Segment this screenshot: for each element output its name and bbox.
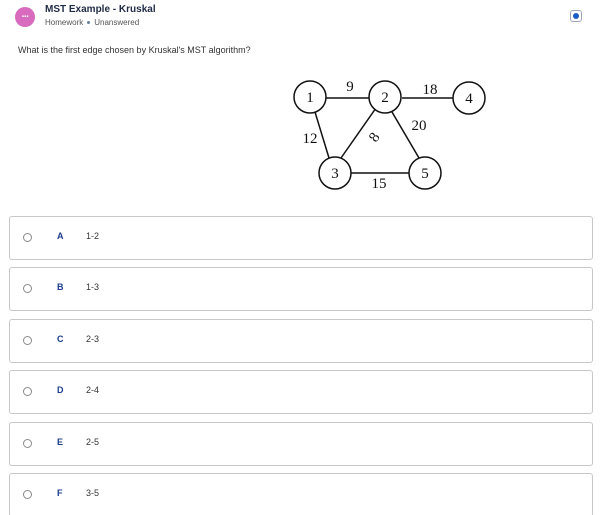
- option-letter: C: [57, 334, 64, 344]
- post-meta: Homework Unanswered: [45, 18, 139, 27]
- edge-weight-2-4: 18: [423, 82, 438, 98]
- option-text: 2-4: [86, 385, 100, 395]
- node-label-5: 5: [421, 166, 429, 182]
- answer-option-c[interactable]: C 2-3: [9, 319, 593, 363]
- post-title: MST Example - Kruskal: [45, 4, 156, 15]
- status-indicator-icon[interactable]: [570, 10, 582, 22]
- edge-weight-2-5: 20: [412, 118, 427, 134]
- edge-weight-1-2: 9: [346, 79, 354, 95]
- radio-icon[interactable]: [23, 387, 32, 396]
- option-letter: F: [57, 488, 63, 498]
- graph-diagram: 1 2 3 4 5 9 12 8 18 20 15: [293, 79, 486, 192]
- edge-weight-1-3: 12: [303, 131, 318, 147]
- answer-option-d[interactable]: D 2-4: [9, 370, 593, 414]
- option-letter: D: [57, 385, 64, 395]
- post-header: ... MST Example - Kruskal Homework Unans…: [0, 0, 607, 34]
- radio-icon[interactable]: [23, 439, 32, 448]
- option-letter: B: [57, 282, 64, 292]
- post-status: Unanswered: [94, 18, 140, 27]
- question-page: ... MST Example - Kruskal Homework Unans…: [0, 0, 607, 515]
- node-label-1: 1: [306, 90, 314, 106]
- answer-option-b[interactable]: B 1-3: [9, 267, 593, 311]
- more-dots-icon[interactable]: ...: [15, 7, 35, 27]
- answer-option-a[interactable]: A 1-2: [9, 216, 593, 260]
- option-text: 2-3: [86, 334, 100, 344]
- answer-option-e[interactable]: E 2-5: [9, 422, 593, 466]
- answer-option-f[interactable]: F 3-5: [9, 473, 593, 515]
- option-letter: E: [57, 437, 64, 447]
- option-text: 2-5: [86, 437, 100, 447]
- node-label-2: 2: [381, 90, 389, 106]
- option-letter: A: [57, 231, 64, 241]
- option-text: 1-3: [86, 282, 100, 292]
- radio-icon[interactable]: [23, 284, 32, 293]
- edge-weight-3-5: 15: [372, 176, 387, 192]
- edge-weight-2-3: 8: [366, 130, 383, 145]
- node-label-4: 4: [465, 91, 473, 107]
- radio-icon[interactable]: [23, 233, 32, 242]
- radio-icon[interactable]: [23, 490, 32, 499]
- option-text: 3-5: [86, 488, 100, 498]
- radio-icon[interactable]: [23, 336, 32, 345]
- node-label-3: 3: [331, 166, 339, 182]
- option-text: 1-2: [86, 231, 100, 241]
- separator-dot-icon: [87, 21, 91, 24]
- question-text: What is the first edge chosen by Kruskal…: [18, 45, 251, 55]
- post-category: Homework: [45, 18, 84, 27]
